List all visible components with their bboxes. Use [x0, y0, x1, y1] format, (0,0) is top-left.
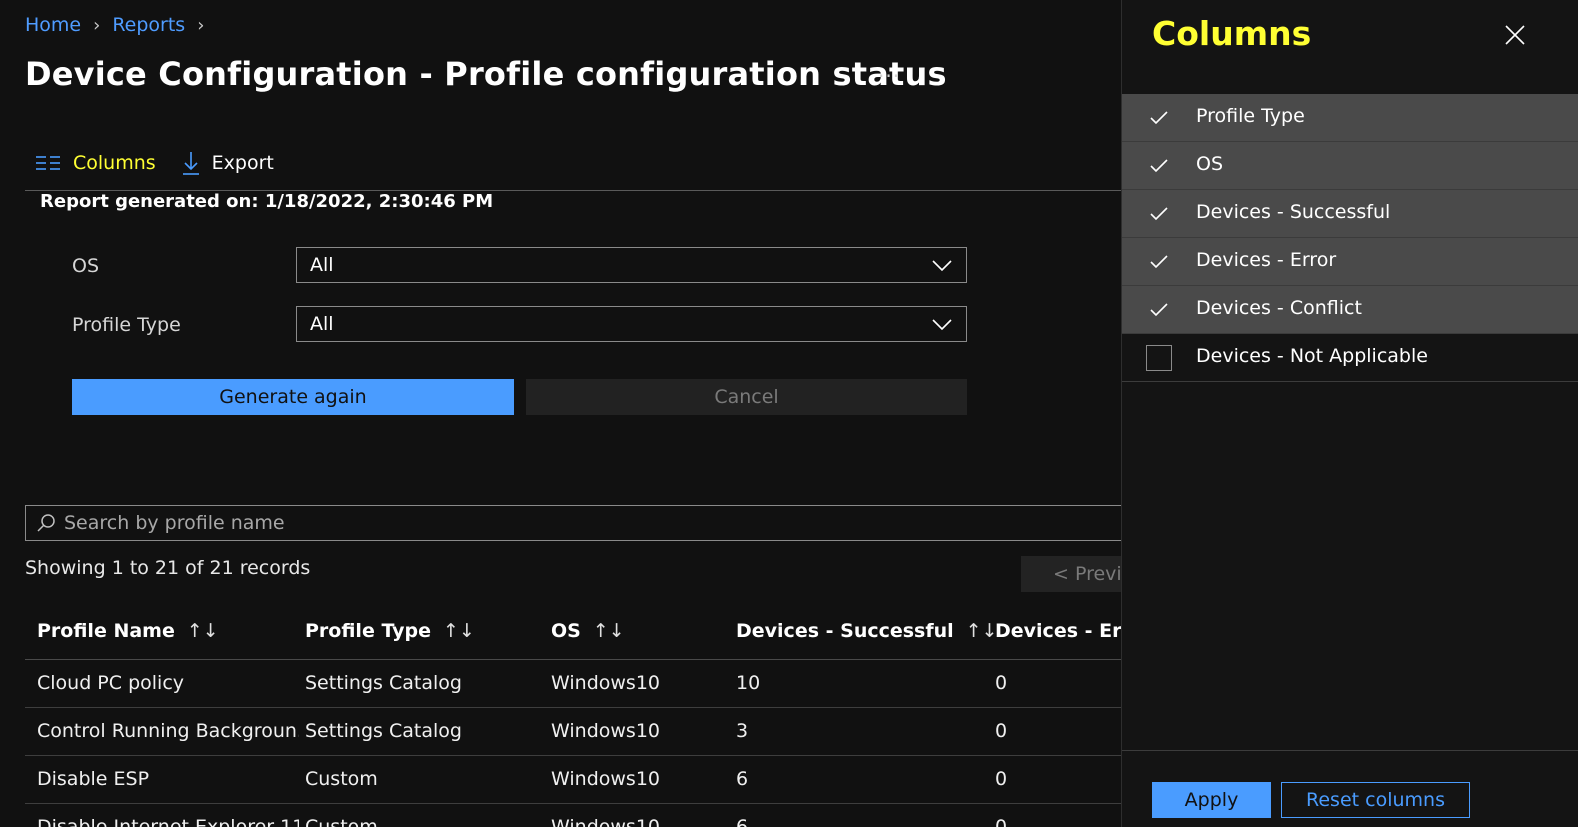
checkmark-icon: [1150, 111, 1168, 125]
chevron-down-icon: [932, 260, 952, 272]
checkmark-icon: [1150, 255, 1168, 269]
column-option-label: Profile Type: [1196, 105, 1305, 127]
records-summary: Showing 1 to 21 of 21 records: [25, 557, 311, 579]
cell-profile-name[interactable]: Cloud PC policy: [37, 672, 299, 694]
column-option-devices-not-applicable[interactable]: Devices - Not Applicable: [1122, 334, 1578, 382]
breadcrumb: Home › Reports ›: [25, 14, 216, 36]
toolbar: Columns Export: [35, 150, 300, 176]
cell-os: Windows10: [551, 816, 660, 827]
cell-profile-type: Settings Catalog: [305, 720, 462, 742]
checkbox[interactable]: [1146, 201, 1172, 227]
cell-profile-type: Custom: [305, 816, 378, 827]
column-header-label: Profile Type: [305, 620, 432, 642]
column-header-profile-name[interactable]: Profile Name ↑↓: [37, 620, 219, 642]
column-header-label: Profile Name: [37, 620, 175, 642]
column-option-devices-error[interactable]: Devices - Error: [1122, 238, 1578, 286]
column-header-os[interactable]: OS ↑↓: [551, 620, 625, 642]
export-button-label: Export: [211, 152, 274, 174]
search-box: [25, 505, 1125, 541]
sort-icon: ↑↓: [965, 620, 998, 642]
checkmark-icon: [1150, 159, 1168, 173]
chevron-right-icon: ›: [197, 14, 205, 36]
profiles-table: Profile Name ↑↓ Profile Type ↑↓ OS ↑↓ De…: [25, 610, 1125, 827]
cell-devices-successful: 3: [736, 720, 749, 742]
columns-panel-title: Columns: [1152, 14, 1312, 53]
checkmark-icon: [1150, 207, 1168, 221]
table-row[interactable]: Disable Internet Explorer 11 Custom Wind…: [25, 804, 1125, 827]
column-header-devices-error[interactable]: Devices - Error: [995, 620, 1125, 642]
cell-os: Windows10: [551, 720, 660, 742]
column-header-profile-type[interactable]: Profile Type ↑↓: [305, 620, 475, 642]
search-icon: [37, 514, 55, 532]
columns-button[interactable]: Columns: [35, 152, 156, 174]
sort-icon: ↑↓: [186, 620, 219, 642]
cell-devices-successful: 10: [736, 672, 761, 694]
column-options-list: Profile Type OS Devices - Successful Dev…: [1122, 94, 1578, 382]
checkbox[interactable]: [1146, 153, 1172, 179]
page-title: Device Configuration - Profile configura…: [25, 55, 947, 93]
close-icon[interactable]: [1504, 24, 1526, 46]
breadcrumb-reports-link[interactable]: Reports: [112, 14, 185, 36]
column-option-devices-successful[interactable]: Devices - Successful: [1122, 190, 1578, 238]
apply-button[interactable]: Apply: [1152, 782, 1271, 818]
os-filter-dropdown[interactable]: All: [296, 247, 967, 283]
columns-button-label: Columns: [73, 152, 156, 174]
cell-os: Windows10: [551, 768, 660, 790]
column-option-label: Devices - Successful: [1196, 201, 1391, 223]
profile-type-filter-label: Profile Type: [72, 314, 181, 336]
table-row[interactable]: Disable ESP Custom Windows10 6 0: [25, 756, 1125, 804]
column-header-label: OS: [551, 620, 581, 642]
cell-devices-successful: 6: [736, 816, 749, 827]
column-header-label: Devices - Successful: [736, 620, 954, 642]
checkbox[interactable]: [1146, 105, 1172, 131]
cell-profile-type: Settings Catalog: [305, 672, 462, 694]
cell-profile-name[interactable]: Disable ESP: [37, 768, 299, 790]
column-option-label: Devices - Conflict: [1196, 297, 1362, 319]
cell-devices-error: 0: [995, 768, 1008, 790]
export-button[interactable]: Export: [182, 150, 274, 176]
profile-type-filter-value: All: [310, 313, 334, 335]
cell-profile-name[interactable]: Control Running Backgroun...: [37, 720, 299, 742]
report-generated-text: Report generated on: 1/18/2022, 2:30:46 …: [40, 191, 494, 212]
cell-profile-name[interactable]: Disable Internet Explorer 11: [37, 816, 299, 827]
search-input[interactable]: [64, 512, 964, 534]
checkbox[interactable]: [1146, 345, 1172, 371]
panel-footer-divider: [1122, 750, 1578, 751]
column-option-devices-conflict[interactable]: Devices - Conflict: [1122, 286, 1578, 334]
chevron-right-icon: ›: [93, 14, 101, 36]
checkbox[interactable]: [1146, 249, 1172, 275]
column-option-label: Devices - Not Applicable: [1196, 345, 1428, 367]
cell-profile-type: Custom: [305, 768, 378, 790]
table-row[interactable]: Control Running Backgroun... Settings Ca…: [25, 708, 1125, 756]
sort-icon: ↑↓: [443, 620, 475, 642]
columns-panel: Columns Profile Type OS Devices - Succes…: [1121, 0, 1578, 827]
column-header-label: Devices - Error: [995, 620, 1125, 642]
breadcrumb-home-link[interactable]: Home: [25, 14, 81, 36]
reset-columns-button[interactable]: Reset columns: [1281, 782, 1470, 818]
os-filter-value: All: [310, 254, 334, 276]
column-option-os[interactable]: OS: [1122, 142, 1578, 190]
chevron-down-icon: [932, 319, 952, 331]
table-header-row: Profile Name ↑↓ Profile Type ↑↓ OS ↑↓ De…: [25, 610, 1125, 660]
checkbox[interactable]: [1146, 297, 1172, 323]
cell-devices-successful: 6: [736, 768, 749, 790]
cell-devices-error: 0: [995, 720, 1008, 742]
download-icon: [182, 152, 199, 175]
column-option-label: OS: [1196, 153, 1224, 175]
generate-again-button[interactable]: Generate again: [72, 379, 514, 415]
cell-os: Windows10: [551, 672, 660, 694]
checkmark-icon: [1150, 303, 1168, 317]
column-header-devices-successful[interactable]: Devices - Successful ↑↓: [736, 620, 998, 642]
columns-icon: [36, 156, 60, 170]
more-options-button[interactable]: ···: [878, 64, 900, 88]
os-filter-label: OS: [72, 255, 100, 277]
sort-icon: ↑↓: [592, 620, 625, 642]
table-row[interactable]: Cloud PC policy Settings Catalog Windows…: [25, 660, 1125, 708]
column-option-profile-type[interactable]: Profile Type: [1122, 94, 1578, 142]
cancel-button[interactable]: Cancel: [526, 379, 967, 415]
cell-devices-error: 0: [995, 816, 1008, 827]
column-option-label: Devices - Error: [1196, 249, 1337, 271]
cell-devices-error: 0: [995, 672, 1008, 694]
profile-type-filter-dropdown[interactable]: All: [296, 306, 967, 342]
